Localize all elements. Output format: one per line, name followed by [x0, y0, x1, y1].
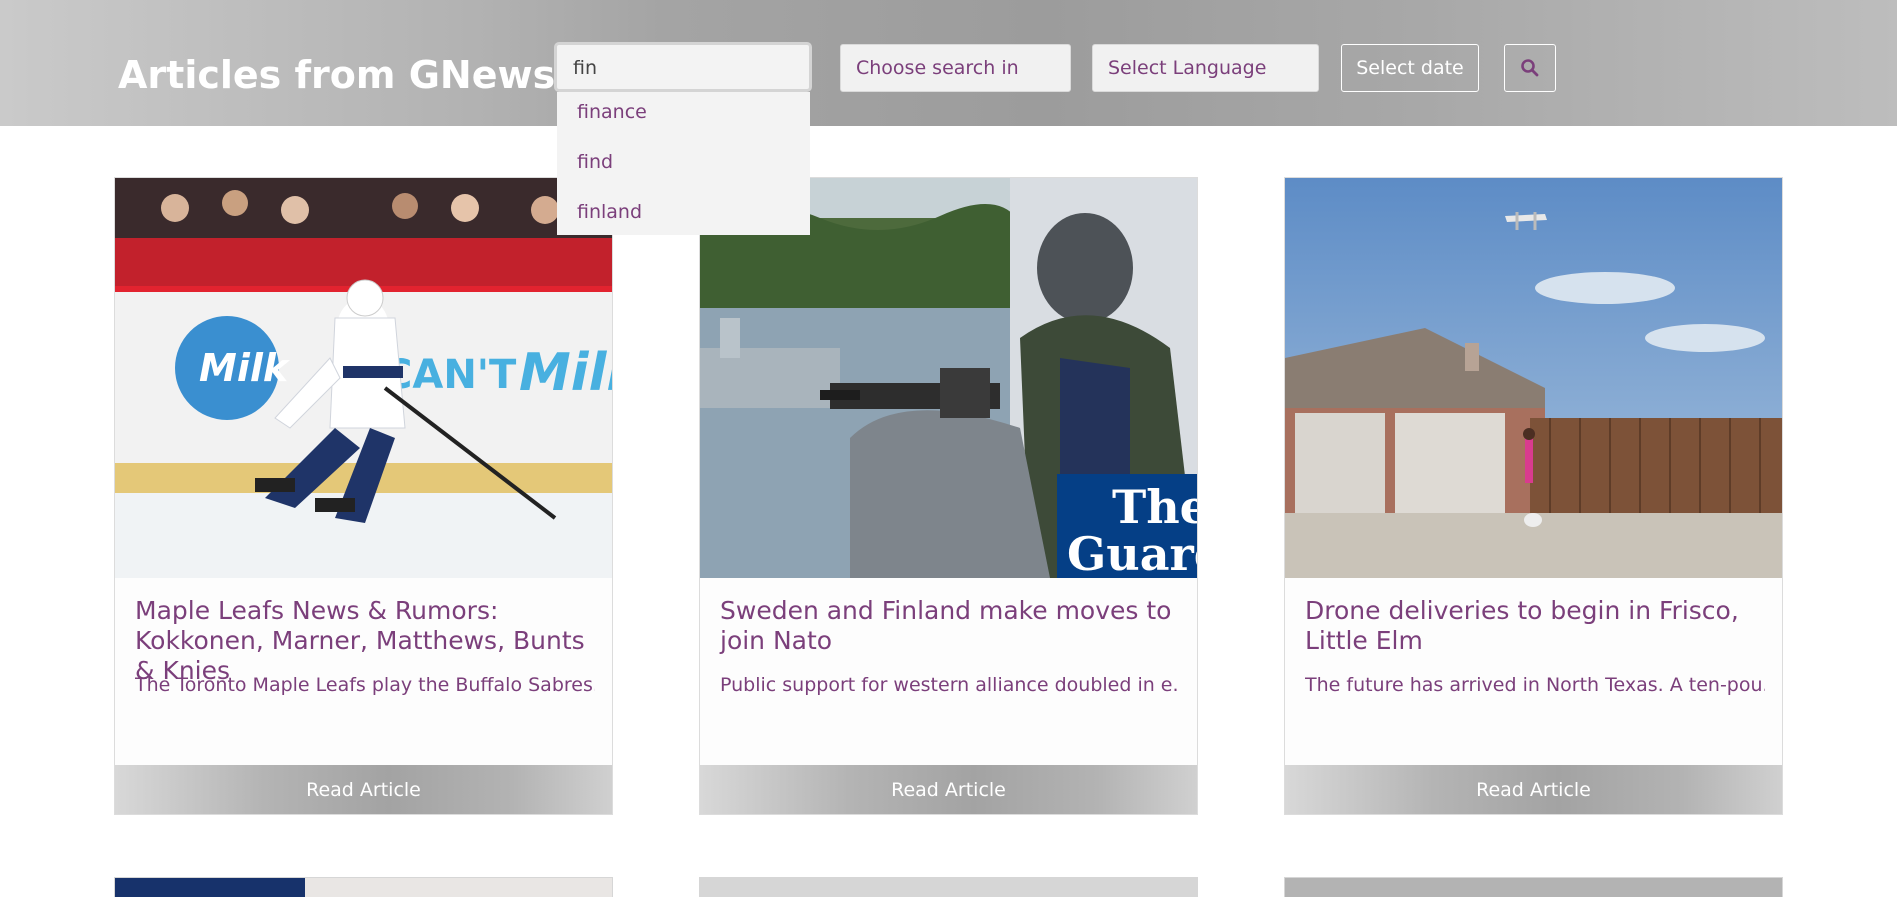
- article-card: [1284, 877, 1783, 897]
- article-description: Public support for western alliance doub…: [720, 674, 1180, 696]
- search-button[interactable]: [1504, 44, 1556, 92]
- suggestion-item[interactable]: finland: [557, 192, 810, 242]
- search-icon: [1521, 59, 1539, 77]
- language-select[interactable]: Select Language: [1092, 44, 1319, 92]
- page-title: Articles from GNews: [118, 53, 556, 97]
- article-card: [114, 877, 613, 897]
- article-image: [305, 878, 612, 897]
- select-date-button[interactable]: Select date: [1341, 44, 1479, 92]
- search-field[interactable]: [554, 42, 812, 92]
- image-overlay-text: Milk: [199, 346, 291, 390]
- read-article-button[interactable]: Read Article: [1285, 765, 1782, 814]
- autocomplete-list: finance find finland: [557, 92, 810, 235]
- article-description: The future has arrived in North Texas. A…: [1305, 674, 1765, 696]
- image-overlay-text: CAN'T: [383, 352, 517, 398]
- article-card: Drone deliveries to begin in Frisco, Lit…: [1284, 177, 1783, 815]
- article-image: [115, 878, 305, 897]
- article-card: The Guard Sweden and Finland make moves …: [699, 177, 1198, 815]
- image-overlay-text: Guard: [1067, 527, 1197, 578]
- read-article-button[interactable]: Read Article: [700, 765, 1197, 814]
- search-in-select[interactable]: Choose search in: [840, 44, 1071, 92]
- read-article-button[interactable]: Read Article: [115, 765, 612, 814]
- article-card: Milk CAN'T Milk Maple Leafs News & Rumor…: [114, 177, 613, 815]
- image-overlay-text: Milk: [519, 343, 612, 403]
- article-image: Milk CAN'T Milk: [115, 178, 612, 578]
- suggestion-item[interactable]: finance: [557, 92, 810, 142]
- suggestion-item[interactable]: find: [557, 142, 810, 192]
- image-overlay-text: The: [1112, 480, 1197, 534]
- article-title[interactable]: Sweden and Finland make moves to join Na…: [720, 596, 1180, 656]
- article-image: [1285, 178, 1782, 578]
- search-input[interactable]: [571, 45, 795, 91]
- article-title[interactable]: Drone deliveries to begin in Frisco, Lit…: [1305, 596, 1765, 656]
- article-card: [699, 877, 1198, 897]
- article-description: The Toronto Maple Leafs play the Buffalo…: [135, 674, 595, 696]
